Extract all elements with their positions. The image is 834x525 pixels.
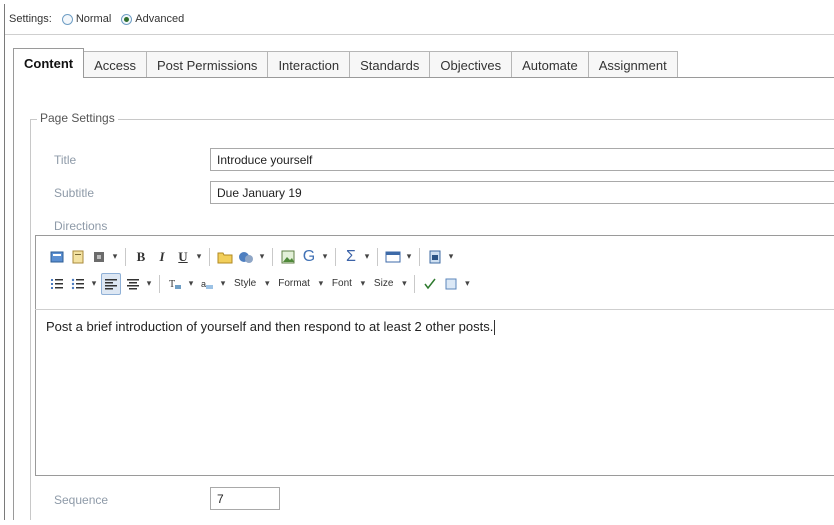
table-dropdown-icon[interactable]: ▾ [405,247,413,267]
template-icon[interactable] [426,247,444,267]
settings-label: Settings: [9,13,52,25]
toolbar-separator [272,247,273,266]
toolbar-separator [159,274,160,293]
image-dropdown-icon[interactable]: ▾ [321,247,329,267]
folder-icon[interactable] [216,247,234,267]
size-dropdown[interactable]: Size [370,273,397,295]
toolbar-row-1: ▾ B I U ▾ ▾ G ▾ Σ ▾ ▾ ▾ [48,243,834,270]
paste-word-icon[interactable] [90,247,108,267]
style-dropdown-icon[interactable]: ▾ [263,274,271,294]
font-dropdown-icon[interactable]: ▾ [359,274,367,294]
template-dropdown-icon[interactable]: ▾ [447,247,455,267]
tab-interaction[interactable]: Interaction [267,51,351,78]
numbered-list-icon[interactable] [48,274,66,294]
bulleted-list-icon[interactable] [69,274,87,294]
advanced-radio-label: Advanced [135,13,185,25]
title-label: Title [54,153,77,167]
align-left-icon[interactable] [101,272,121,295]
toolbar-separator [414,274,416,293]
toolbar-row-2: ▾ ▾ T ▾ a ▾ Style ▾ Format ▾ Font ▾ Size… [48,270,834,297]
image-icon[interactable] [279,247,297,267]
toolbar-separator [209,247,210,266]
normal-radio-label: Normal [75,13,112,25]
content-panel: Page Settings Title Subtitle Directions … [13,77,834,520]
advanced-radio[interactable]: Advanced [121,13,184,25]
tab-objectives[interactable]: Objectives [429,51,513,78]
font-dropdown[interactable]: Font [328,273,356,295]
format-dropdown-icon[interactable]: ▾ [195,247,203,267]
tab-assignment[interactable]: Assignment [587,51,678,78]
toolbar-separator [419,247,420,266]
link-icon[interactable] [237,247,255,267]
page-settings-legend: Page Settings [37,111,118,125]
paste-dropdown-icon[interactable]: ▾ [111,247,119,267]
svg-text:T: T [169,279,175,290]
align-dropdown-icon[interactable]: ▾ [145,274,153,294]
tab-standards[interactable]: Standards [349,51,431,78]
window-frame: Settings: Normal Advanced Content Access… [4,4,834,520]
text-caret [494,320,496,336]
google-icon[interactable]: G [300,247,318,267]
sequence-label: Sequence [54,493,109,507]
title-input[interactable] [210,148,834,171]
maximize-icon[interactable] [442,274,460,294]
tab-post-permissions[interactable]: Post Permissions [146,51,269,78]
size-dropdown-icon[interactable]: ▾ [400,274,408,294]
editor-content-text: Post a brief introduction of yourself an… [46,319,496,336]
subtitle-input[interactable] [210,181,834,204]
bold-button[interactable]: B [132,247,150,267]
list-dropdown-icon[interactable]: ▾ [90,274,98,294]
more-dropdown-icon[interactable]: ▾ [463,274,471,294]
toolbar-separator [335,247,336,266]
tab-content[interactable]: Content [13,48,85,78]
text-color-icon[interactable]: T [166,274,184,294]
bg-color-dropdown-icon[interactable]: ▾ [219,274,227,294]
settings-bar: Settings: Normal Advanced [5,4,834,35]
tab-bar: Content Access Post Permissions Interact… [13,48,678,78]
underline-button[interactable]: U [174,247,192,267]
table-icon[interactable] [384,247,402,267]
radio-normal-icon [61,13,73,25]
link-dropdown-icon[interactable]: ▾ [258,247,266,267]
directions-label: Directions [54,219,108,233]
align-center-icon[interactable] [124,274,142,294]
toolbar-separator [125,247,126,266]
text-color-dropdown-icon[interactable]: ▾ [187,274,195,294]
sigma-icon[interactable]: Σ [342,247,360,267]
editor-content-area[interactable]: Post a brief introduction of yourself an… [35,309,834,435]
equation-dropdown-icon[interactable]: ▾ [363,247,371,267]
spellcheck-icon[interactable] [421,274,439,294]
format-block-dropdown-icon[interactable]: ▾ [317,274,325,294]
normal-radio[interactable]: Normal [61,13,112,25]
format-dropdown[interactable]: Format [274,273,314,295]
tab-automate[interactable]: Automate [511,51,589,78]
svg-text:a: a [201,279,206,289]
sequence-input[interactable] [210,487,280,510]
bg-color-icon[interactable]: a [198,274,216,294]
subtitle-label: Subtitle [54,186,95,200]
italic-button[interactable]: I [153,247,171,267]
style-dropdown[interactable]: Style [230,273,260,295]
editor-toolbar: ▾ B I U ▾ ▾ G ▾ Σ ▾ ▾ ▾ ▾ ▾ T ▾ a ▾ Styl… [48,243,834,297]
toolbar-separator [377,247,378,266]
editor-content: Post a brief introduction of yourself an… [46,319,494,334]
tab-access[interactable]: Access [83,51,148,78]
source-icon[interactable] [48,247,66,267]
paste-text-icon[interactable] [69,247,87,267]
radio-advanced-icon [121,13,133,25]
